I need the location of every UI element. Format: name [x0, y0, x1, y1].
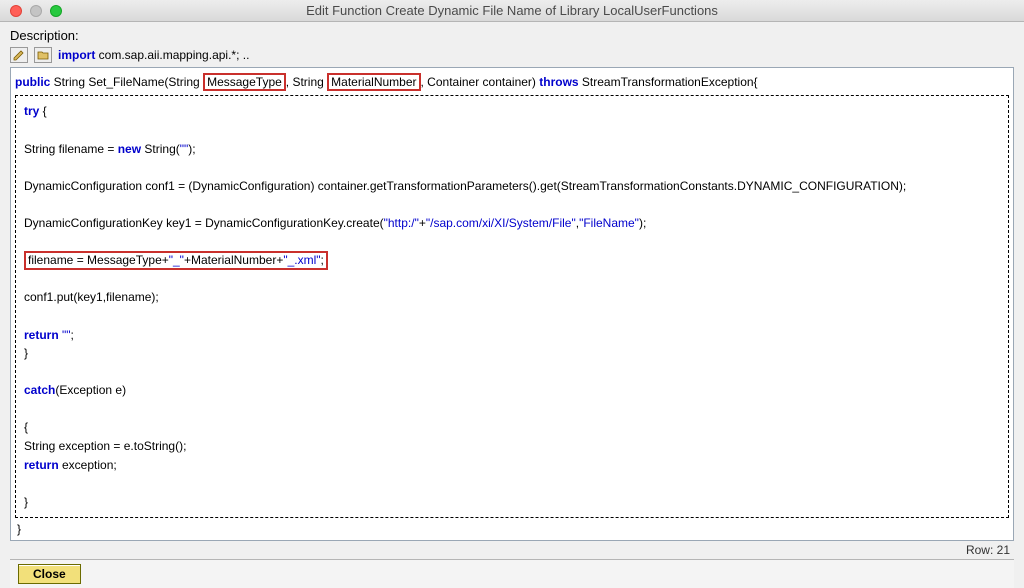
close-button[interactable]: Close: [18, 564, 81, 584]
minimize-window-icon[interactable]: [30, 5, 42, 17]
highlight-filename-assignment: filename = MessageType+"_"+MaterialNumbe…: [24, 251, 328, 269]
window-controls: [0, 5, 62, 17]
close-window-icon[interactable]: [10, 5, 22, 17]
toolbar: import com.sap.aii.mapping.api.*; ..: [10, 47, 1014, 63]
import-statement: import com.sap.aii.mapping.api.*; ..: [58, 48, 249, 62]
window-title: Edit Function Create Dynamic File Name o…: [0, 3, 1024, 18]
description-label: Description:: [10, 28, 1014, 43]
zoom-window-icon[interactable]: [50, 5, 62, 17]
folder-icon[interactable]: [34, 47, 52, 63]
row-status: Row: 21: [10, 541, 1014, 559]
bottom-bar: Close: [10, 559, 1014, 588]
highlight-param-messagetype: MessageType: [203, 73, 286, 91]
titlebar: Edit Function Create Dynamic File Name o…: [0, 0, 1024, 22]
closing-brace: }: [15, 518, 1009, 536]
edit-icon[interactable]: [10, 47, 28, 63]
code-editor[interactable]: public String Set_FileName(String Messag…: [10, 67, 1014, 541]
method-signature: public String Set_FileName(String Messag…: [15, 71, 1009, 95]
highlight-param-materialnumber: MaterialNumber: [327, 73, 420, 91]
method-body[interactable]: try { String filename = new String(""); …: [15, 95, 1009, 518]
import-keyword: import: [58, 48, 95, 62]
